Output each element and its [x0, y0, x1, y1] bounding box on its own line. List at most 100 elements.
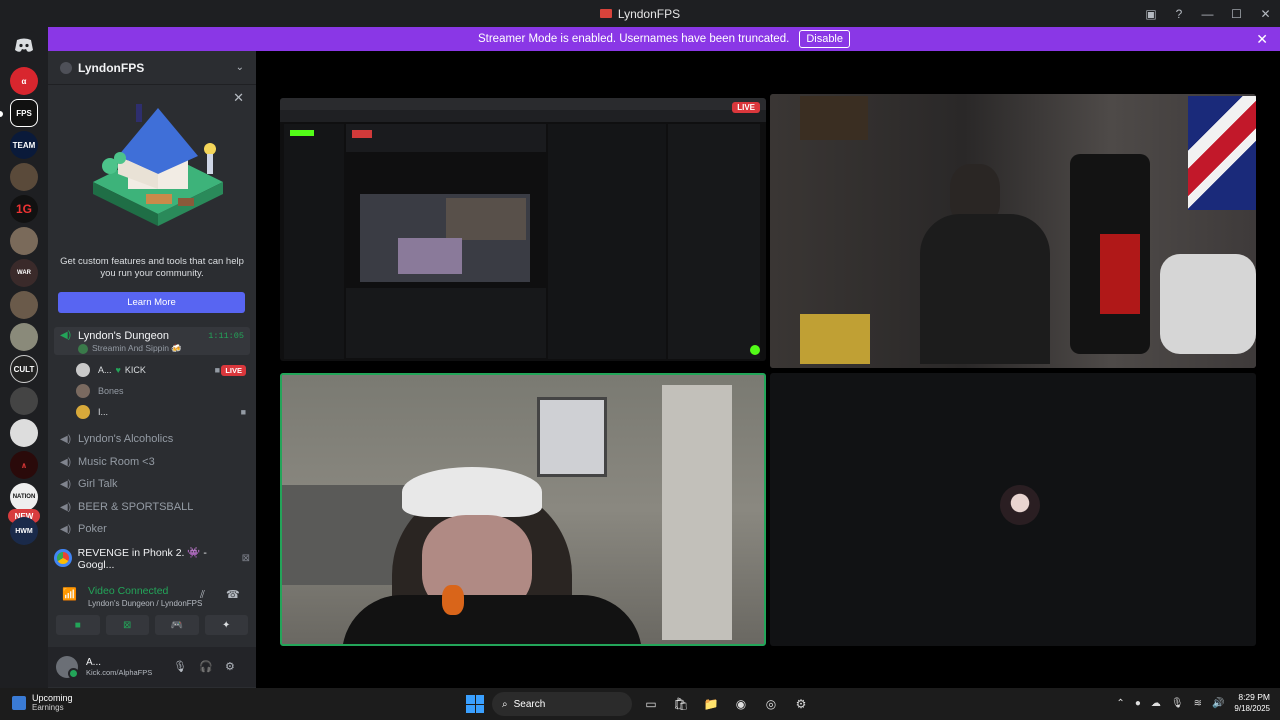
network-icon[interactable]: ☁ — [1151, 698, 1161, 709]
headphones-icon[interactable]: 🎧 — [199, 660, 213, 673]
video-tile-active-speaker[interactable] — [280, 373, 766, 646]
activity-button[interactable]: 🎮 — [155, 615, 199, 635]
speaker-icon: ◀) — [60, 433, 72, 445]
server-avatar-icon[interactable] — [10, 323, 38, 351]
chair-accent — [1100, 234, 1140, 314]
cans — [800, 314, 870, 364]
close-icon[interactable]: ✕ — [1256, 31, 1268, 48]
server-indicator — [0, 111, 3, 117]
channel-status: Streamin And Sippin 🍻 — [92, 343, 182, 353]
voice-channel-beer-sportsball[interactable]: ◀) BEER & SPORTSBALL — [54, 496, 250, 518]
camera-icon: ■ — [214, 365, 220, 375]
chat-panel — [548, 124, 666, 359]
clock[interactable]: 8:29 PM 9/18/2025 — [1234, 692, 1270, 714]
video-tile-camera[interactable] — [770, 94, 1256, 368]
server-avatar-icon[interactable] — [10, 419, 38, 447]
screen-share-tile[interactable]: LIVE — [280, 98, 766, 361]
help-icon[interactable]: ? — [1165, 0, 1193, 27]
chevron-up-icon[interactable]: ⌃ — [1116, 698, 1124, 709]
noise-suppression-icon[interactable]: ⫽ — [200, 589, 205, 602]
server-avatar-icon[interactable] — [10, 291, 38, 319]
app-icon[interactable]: ⚙ — [790, 693, 812, 715]
voice-channel-girl-talk[interactable]: ◀) Girl Talk — [54, 473, 250, 495]
disable-streamer-mode-button[interactable]: Disable — [799, 30, 850, 48]
avatar[interactable] — [56, 656, 79, 679]
session-info — [346, 124, 546, 152]
speaker-icon: ◀) — [60, 478, 72, 490]
task-view-icon[interactable]: ▭ — [640, 693, 662, 715]
green-dot-icon — [750, 345, 760, 355]
minimize-button[interactable]: — — [1193, 0, 1222, 27]
server-hwm-icon[interactable]: HWM — [10, 517, 38, 545]
preview-camera — [398, 238, 462, 274]
taskbar: Upcoming Earnings ⌕ Search ▭ 🛍 📁 ◉ ◎ ⚙ ⌃… — [0, 688, 1280, 720]
user-panel: A... Kick.com/AlphaFPS 🎙 🎧 ⚙ — [48, 647, 256, 687]
discord-home-icon[interactable] — [10, 31, 38, 59]
voice-channel-poker[interactable]: ◀) Poker — [54, 518, 250, 540]
user-tag: KICK — [124, 365, 146, 375]
window-title-text: LyndonFPS — [617, 6, 681, 21]
server-header[interactable]: LyndonFPS ⌄ — [48, 51, 256, 85]
learn-more-button[interactable]: Learn More — [58, 292, 245, 313]
screen-share-button[interactable]: ⊠ — [105, 615, 149, 635]
voice-channel-lyndons-alcoholics[interactable]: ◀) Lyndon's Alcoholics — [54, 428, 250, 450]
server-1g-icon[interactable]: 1G — [10, 195, 38, 223]
voice-channel-music-room[interactable]: ◀) Music Room <3 — [54, 451, 250, 473]
server-alpha-icon[interactable]: α — [10, 67, 38, 95]
system-tray: ⌃ ● ☁ 🎙 ≋ 🔊 8:29 PM 9/18/2025 — [1116, 692, 1270, 714]
volume-icon[interactable]: 🔊 — [1212, 698, 1224, 709]
voice-user[interactable]: A... ♥ KICK ■ LIVE — [76, 360, 248, 380]
user-panel-name: A... — [86, 657, 102, 668]
browser-address-bar — [280, 110, 766, 122]
server-war-of-the-worlds-icon[interactable]: WAR — [10, 259, 38, 287]
voice-status[interactable]: Video Connected — [88, 585, 168, 597]
door — [662, 385, 732, 640]
store-icon[interactable]: 🛍 — [670, 693, 692, 715]
title-bar: LyndonFPS ▣ ? — ☐ ✕ — [0, 0, 1280, 27]
person-body — [342, 595, 642, 644]
soundboard-button[interactable]: ✦ — [204, 615, 248, 635]
wifi-icon[interactable]: ≋ — [1194, 698, 1202, 709]
discord-icon[interactable]: ◎ — [760, 693, 782, 715]
server-rail: α FPS TEAM 1G WAR CULT ∧ NATION NEW HWM — [0, 27, 48, 688]
close-icon[interactable]: ⊠ — [242, 553, 250, 564]
snack — [442, 585, 464, 615]
voice-connection-panel: 📶 Video Connected Lyndon's Dungeon / Lyn… — [48, 579, 256, 615]
server-avatar-icon[interactable] — [10, 387, 38, 415]
close-icon[interactable]: ✕ — [233, 90, 244, 106]
camera-icon: ■ — [240, 407, 246, 417]
file-explorer-icon[interactable]: 📁 — [700, 693, 722, 715]
tray-app-icon[interactable]: ● — [1135, 698, 1141, 709]
server-avatar-icon[interactable] — [10, 227, 38, 255]
widgets-button[interactable]: Upcoming Earnings — [12, 693, 73, 712]
chevron-down-icon[interactable]: ⌄ — [236, 62, 244, 73]
camera-button[interactable]: ■ — [56, 615, 100, 635]
kick-logo-icon — [290, 130, 314, 136]
server-team-icon[interactable]: TEAM — [10, 131, 38, 159]
voice-location: Lyndon's Dungeon / LyndonFPS — [88, 599, 203, 608]
chrome-icon[interactable]: ◉ — [730, 693, 752, 715]
microphone-icon[interactable]: 🎙 — [1171, 698, 1184, 709]
taskbar-search[interactable]: ⌕ Search — [492, 692, 632, 716]
server-cult-icon[interactable]: CULT — [10, 355, 38, 383]
disconnect-icon[interactable]: ☎ — [226, 588, 240, 601]
server-avatar-icon[interactable]: ∧ — [10, 451, 38, 479]
server-fps-icon[interactable]: FPS — [10, 99, 38, 127]
gear-icon[interactable]: ⚙ — [225, 660, 235, 673]
poster — [800, 96, 868, 140]
server-nation-icon[interactable]: NATION — [10, 483, 38, 511]
avatar — [76, 405, 90, 419]
voice-user[interactable]: I... ■ — [76, 402, 248, 422]
search-label: Search — [513, 698, 546, 710]
start-button[interactable] — [466, 695, 484, 713]
status-badge — [352, 130, 372, 138]
dashboard-sidebar — [284, 124, 344, 359]
server-avatar-icon[interactable] — [10, 163, 38, 191]
inbox-icon[interactable]: ▣ — [1137, 0, 1165, 27]
maximize-button[interactable]: ☐ — [1222, 0, 1251, 27]
video-tile-avatar[interactable] — [770, 373, 1256, 646]
close-window-button[interactable]: ✕ — [1251, 0, 1280, 27]
now-playing-activity[interactable]: REVENGE in Phonk 2. 👾 - Googl... ⊠ — [54, 547, 250, 571]
voice-user[interactable]: Bones — [76, 381, 248, 401]
microphone-icon[interactable]: 🎙 — [173, 660, 187, 673]
